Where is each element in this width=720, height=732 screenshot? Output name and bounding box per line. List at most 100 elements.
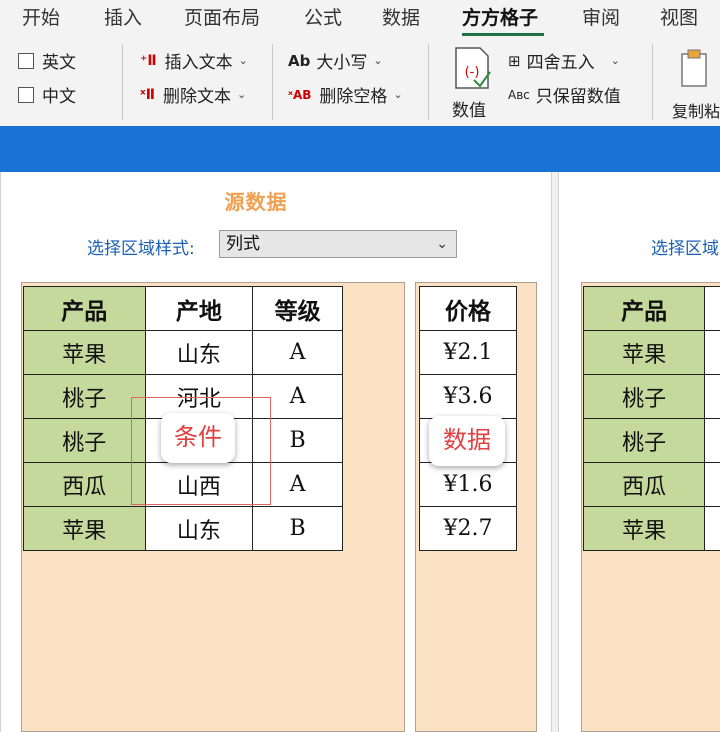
data-badge: 数据 (429, 416, 505, 466)
table-cell[interactable]: 西瓜 (23, 462, 146, 507)
table-cell[interactable] (704, 506, 720, 551)
table-header-cell[interactable]: 等级 (252, 286, 343, 331)
case-button[interactable]: Ab 大小写 ⌄ (288, 48, 383, 74)
table-row: 产品 (582, 286, 720, 331)
table-header-cell[interactable]: 产地 (144, 286, 254, 331)
dialog-body: 源数据 选择区域样式: 列式 ⌄ 产品 产地 等级 苹果 山东 A 桃子 河北 … (0, 172, 720, 732)
checkbox-chinese[interactable]: 中文 (18, 82, 76, 107)
delete-text-button[interactable]: ˣⅡ 删除文本 ⌄ (140, 82, 247, 108)
tab-insert[interactable]: 插入 (104, 3, 142, 30)
table-header-cell[interactable]: 产品 (582, 286, 706, 331)
table-row: ¥1.6 (419, 462, 517, 507)
table-row: 桃子 (582, 418, 720, 463)
active-tab-underline (462, 33, 544, 36)
keep-values-label: 只保留数值 (535, 87, 621, 107)
checkbox-english[interactable]: 英文 (18, 48, 76, 73)
source-data-panel: 源数据 选择区域样式: 列式 ⌄ 产品 产地 等级 苹果 山东 A 桃子 河北 … (0, 172, 552, 732)
table-header-cell[interactable]: 产品 (23, 286, 146, 331)
checkbox-box[interactable] (18, 86, 34, 103)
insert-text-button[interactable]: ⁺Ⅱ 插入文本 ⌄ (140, 48, 248, 74)
table-cell[interactable]: 苹果 (23, 506, 146, 551)
ribbon-separator (428, 44, 429, 120)
table-cell[interactable]: A (252, 330, 343, 375)
case-label: 大小写 (316, 53, 368, 73)
result-panel: 选择区域 产品 苹果 桃子 桃子 西瓜 苹果 (558, 172, 720, 732)
tab-view[interactable]: 视图 (660, 3, 698, 30)
table-row: ¥3.6 (419, 374, 517, 419)
screen: { "ribbon_tabs": ["开始", "插入", "页面布局", "公… (0, 0, 720, 732)
tab-home[interactable]: 开始 (22, 3, 60, 30)
table-cell[interactable]: 桃子 (23, 374, 146, 419)
table-cell[interactable]: B (252, 506, 343, 551)
table-cell[interactable]: 苹果 (582, 330, 706, 375)
style-select[interactable]: 列式 ⌄ (219, 230, 457, 258)
chevron-down-icon: ⌄ (237, 88, 247, 101)
numeric-label[interactable]: 数值 (452, 96, 486, 121)
table-cell[interactable]: 山东 (144, 506, 254, 551)
chevron-down-icon: ⌄ (393, 88, 403, 101)
ribbon-separator (272, 44, 273, 120)
table-row: ¥2.1 (419, 330, 517, 375)
chevron-down-icon: ⌄ (238, 54, 248, 67)
delete-text-icon: ˣⅡ (140, 86, 155, 103)
select-style-label-right: 选择区域 (651, 239, 719, 259)
table-cell[interactable] (704, 462, 720, 507)
table-cell[interactable]: ¥2.1 (419, 330, 517, 375)
ribbon-tab-bar: 开始 插入 页面布局 公式 数据 方方格子 审阅 视图 (0, 0, 720, 38)
table-cell[interactable]: 苹果 (582, 506, 706, 551)
round-icon: ⊞ (508, 51, 521, 70)
table-cell[interactable]: 桃子 (582, 374, 706, 419)
table-row: 苹果 (582, 506, 720, 551)
chevron-down-icon: ⌄ (610, 54, 620, 67)
table-cell[interactable]: ¥2.7 (419, 506, 517, 551)
clipboard-icon[interactable] (680, 48, 710, 88)
insert-text-label: 插入文本 (164, 53, 233, 73)
table-row: 桃子 (582, 374, 720, 419)
table-header-cell[interactable]: 价格 (419, 286, 517, 331)
checkbox-box[interactable] (18, 52, 34, 69)
tab-page-layout[interactable]: 页面布局 (184, 3, 260, 30)
table-cell[interactable] (704, 418, 720, 463)
table-row: 西瓜 (582, 462, 720, 507)
table-row: ¥2.7 (419, 506, 517, 551)
ribbon-separator (652, 44, 653, 120)
table-cell[interactable]: 苹果 (23, 330, 146, 375)
delete-text-label: 删除文本 (163, 87, 231, 107)
round-button[interactable]: ⊞ 四舍五入 ⌄ (508, 48, 620, 74)
checkbox-chinese-label: 中文 (42, 87, 76, 107)
table-row: 苹果 山东 B (23, 506, 343, 551)
table-row: 苹果 (582, 330, 720, 375)
result-table: 产品 苹果 桃子 桃子 西瓜 苹果 (582, 286, 720, 551)
checkbox-english-label: 英文 (42, 53, 76, 73)
delete-spaces-icon: ˣAB (288, 87, 312, 102)
table-cell[interactable]: 山东 (144, 330, 254, 375)
source-data-title: 源数据 (224, 190, 288, 214)
table-cell[interactable]: ¥1.6 (419, 462, 517, 507)
table-cell[interactable]: 桃子 (582, 418, 706, 463)
numeric-icon[interactable]: (-) (452, 46, 492, 90)
case-icon: Ab (288, 51, 311, 70)
table-cell[interactable] (704, 330, 720, 375)
insert-text-icon: ⁺Ⅱ (140, 52, 157, 69)
table-cell[interactable]: ¥3.6 (419, 374, 517, 419)
delete-spaces-label: 删除空格 (319, 87, 388, 107)
tab-review[interactable]: 审阅 (582, 3, 620, 30)
condition-badge: 条件 (161, 413, 235, 463)
table-cell[interactable] (704, 374, 720, 419)
tab-formulas[interactable]: 公式 (304, 3, 342, 30)
svg-text:(-): (-) (465, 65, 480, 80)
table-cell[interactable]: 桃子 (23, 418, 146, 463)
table-cell[interactable]: 西瓜 (582, 462, 706, 507)
keep-values-button[interactable]: Aʙᴄ 只保留数值 (508, 82, 621, 107)
style-select-value: 列式 (226, 234, 260, 254)
tab-fangfang[interactable]: 方方格子 (462, 3, 538, 30)
table-row: 产品 产地 等级 (23, 286, 343, 331)
table-cell[interactable] (704, 286, 720, 331)
delete-spaces-button[interactable]: ˣAB 删除空格 ⌄ (288, 82, 403, 107)
round-label: 四舍五入 (526, 53, 595, 73)
copy-paste-label[interactable]: 复制粘 (672, 98, 720, 122)
tab-data[interactable]: 数据 (382, 3, 420, 30)
dialog-title-bar[interactable] (0, 126, 720, 172)
chevron-down-icon: ⌄ (436, 236, 448, 252)
ribbon-separator (122, 44, 123, 120)
